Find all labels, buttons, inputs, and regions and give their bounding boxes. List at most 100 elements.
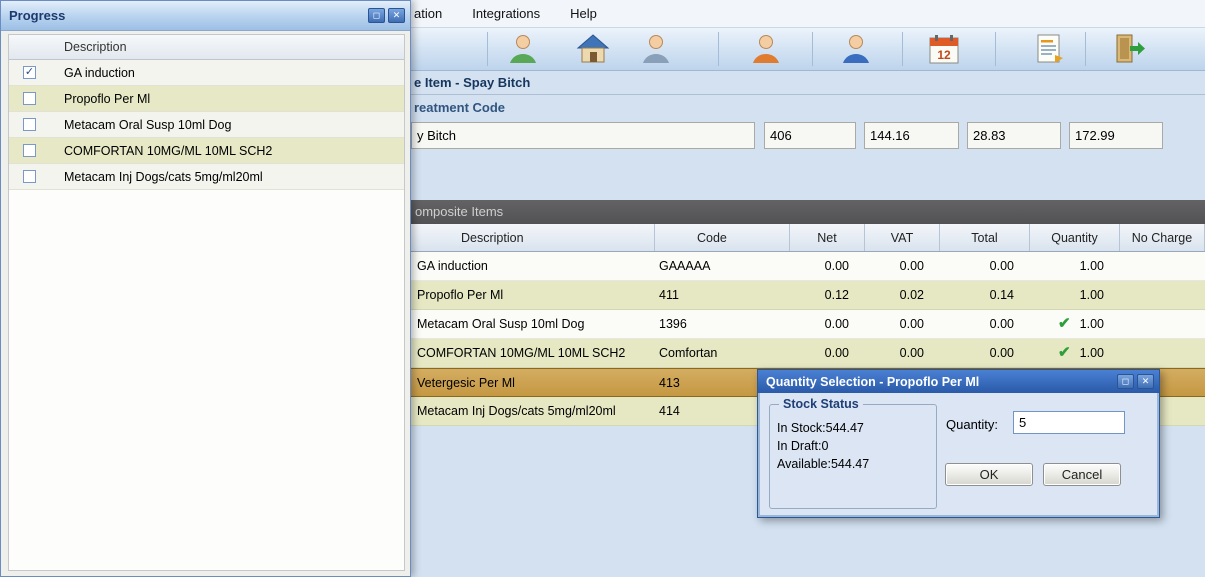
stock-status-group: Stock Status In Stock:544.47 In Draft:0 … <box>769 397 937 509</box>
cell-vat: 0.00 <box>899 346 924 360</box>
net-total-field[interactable]: 144.16 <box>864 122 959 149</box>
exit-icon[interactable] <box>1111 31 1147 67</box>
cell-description: Propoflo Per Ml <box>417 288 504 302</box>
dialog-body: Stock Status In Stock:544.47 In Draft:0 … <box>758 393 1159 517</box>
application-window: ation Integrations Help 12 e Item - Spay… <box>0 0 1205 577</box>
cell-quantity: ✔ 1.00 <box>1058 344 1104 361</box>
cell-quantity: ✔ 1.00 <box>1079 288 1104 302</box>
column-header-quantity: Quantity <box>1030 224 1120 251</box>
close-button[interactable]: ✕ <box>1137 374 1154 389</box>
row-checkbox[interactable]: ✓ <box>23 66 36 79</box>
cell-description: COMFORTAN 10MG/ML 10ML SCH2 <box>417 346 626 360</box>
progress-window-title: Progress <box>9 8 66 23</box>
row-checkbox[interactable]: ✓ <box>23 92 36 105</box>
quantity-selection-dialog: Quantity Selection - Propoflo Per Ml ◻ ✕… <box>757 369 1160 518</box>
title-divider <box>411 94 1205 95</box>
table-row[interactable]: GA induction GAAAAA 0.00 0.00 0.00 ✔ 1.0… <box>411 252 1205 281</box>
treatment-code-field[interactable]: 406 <box>764 122 856 149</box>
progress-titlebar[interactable]: Progress ◻ ✕ <box>1 1 410 31</box>
dialog-title: Quantity Selection - Propoflo Per Ml <box>766 374 980 389</box>
column-header-code: Code <box>655 224 790 251</box>
progress-row[interactable]: ✓ COMFORTAN 10MG/ML 10ML SCH2 <box>9 138 404 164</box>
page-title: e Item - Spay Bitch <box>414 75 531 90</box>
progress-row-label: Metacam Oral Susp 10ml Dog <box>64 117 232 132</box>
in-stock-value: In Stock:544.47 <box>777 421 864 435</box>
close-button[interactable]: ✕ <box>388 8 405 23</box>
restore-button[interactable]: ◻ <box>368 8 385 23</box>
quantity-label: Quantity: <box>946 417 999 432</box>
cell-code: 411 <box>659 288 679 302</box>
column-header-no-charge: No Charge <box>1120 224 1205 251</box>
vat-total-field[interactable]: 28.83 <box>967 122 1061 149</box>
row-checkbox[interactable]: ✓ <box>23 144 36 157</box>
cell-no-charge <box>1120 339 1205 367</box>
staff-icon[interactable] <box>838 31 874 67</box>
toolbar-separator <box>902 32 903 66</box>
table-row[interactable]: Propoflo Per Ml 411 0.12 0.02 0.14 ✔ 1.0… <box>411 281 1205 310</box>
toolbar-separator <box>995 32 996 66</box>
table-row[interactable]: Metacam Oral Susp 10ml Dog 1396 0.00 0.0… <box>411 310 1205 339</box>
progress-row[interactable]: ✓ GA induction <box>9 60 404 86</box>
cell-description: GA induction <box>417 259 488 273</box>
progress-window: Progress ◻ ✕ Description ✓ GA induction … <box>0 0 411 577</box>
cell-vat: 0.00 <box>899 317 924 331</box>
client-icon[interactable] <box>748 31 784 67</box>
cell-net: 0.00 <box>824 259 849 273</box>
cancel-button[interactable]: Cancel <box>1043 463 1121 486</box>
ok-button[interactable]: OK <box>945 463 1033 486</box>
table-row[interactable]: COMFORTAN 10MG/ML 10ML SCH2 Comfortan 0.… <box>411 339 1205 368</box>
treatment-name-field[interactable]: y Bitch <box>411 122 755 149</box>
progress-column-header: Description <box>9 35 404 60</box>
progress-item-list: Description ✓ GA induction ✓ Propoflo Pe… <box>8 34 405 571</box>
cell-total: 0.14 <box>989 288 1014 302</box>
cell-description: Vetergesic Per Ml <box>417 375 515 390</box>
cell-vat: 0.00 <box>899 259 924 273</box>
patient-icon[interactable] <box>505 31 541 67</box>
progress-row[interactable]: ✓ Metacam Oral Susp 10ml Dog <box>9 112 404 138</box>
diary-calendar-icon[interactable]: 12 <box>926 31 962 67</box>
menu-item-truncated[interactable]: ation <box>414 6 442 21</box>
gross-total-field[interactable]: 172.99 <box>1069 122 1163 149</box>
stock-check-icon: ✔ <box>1058 344 1071 361</box>
progress-row-label: COMFORTAN 10MG/ML 10ML SCH2 <box>64 143 273 158</box>
calendar-day-label: 12 <box>937 48 951 62</box>
restore-button[interactable]: ◻ <box>1117 374 1134 389</box>
stock-check-icon: ✔ <box>1058 315 1071 332</box>
cell-code: GAAAAA <box>659 259 711 273</box>
cell-no-charge <box>1120 310 1205 338</box>
toolbar-separator <box>1085 32 1086 66</box>
cell-net: 0.00 <box>824 346 849 360</box>
cell-quantity: ✔ 1.00 <box>1058 315 1104 332</box>
dialog-titlebar[interactable]: Quantity Selection - Propoflo Per Ml ◻ ✕ <box>758 370 1159 393</box>
menu-item-integrations[interactable]: Integrations <box>472 6 540 21</box>
menu-item-help[interactable]: Help <box>570 6 597 21</box>
row-checkbox[interactable]: ✓ <box>23 118 36 131</box>
cell-quantity: ✔ 1.00 <box>1079 259 1104 273</box>
cell-code: 1396 <box>659 317 687 331</box>
cell-total: 0.00 <box>989 317 1014 331</box>
progress-row[interactable]: ✓ Propoflo Per Ml <box>9 86 404 112</box>
report-icon[interactable] <box>1031 31 1067 67</box>
cell-net: 0.00 <box>824 317 849 331</box>
cell-net: 0.12 <box>824 288 849 302</box>
cell-code: Comfortan <box>659 346 718 360</box>
cell-total: 0.00 <box>989 259 1014 273</box>
toolbar-separator <box>487 32 488 66</box>
toolbar-separator <box>718 32 719 66</box>
cell-total: 0.00 <box>989 346 1014 360</box>
composite-items-header: omposite Items <box>411 200 1205 224</box>
stock-status-title: Stock Status <box>783 397 859 411</box>
quantity-input[interactable] <box>1013 411 1125 434</box>
section-title: reatment Code <box>414 100 506 115</box>
cell-description: Metacam Inj Dogs/cats 5mg/ml20ml <box>417 404 616 418</box>
progress-row-label: Propoflo Per Ml <box>64 91 151 106</box>
cell-vat: 0.02 <box>899 288 924 302</box>
home-icon[interactable] <box>575 31 611 67</box>
checkbox-check-icon: ✓ <box>24 66 35 78</box>
groom-icon[interactable] <box>638 31 674 67</box>
row-checkbox[interactable]: ✓ <box>23 170 36 183</box>
cell-description: Metacam Oral Susp 10ml Dog <box>417 317 585 331</box>
cell-no-charge <box>1120 281 1205 309</box>
column-header-description: Description <box>411 224 655 251</box>
progress-row[interactable]: ✓ Metacam Inj Dogs/cats 5mg/ml20ml <box>9 164 404 190</box>
